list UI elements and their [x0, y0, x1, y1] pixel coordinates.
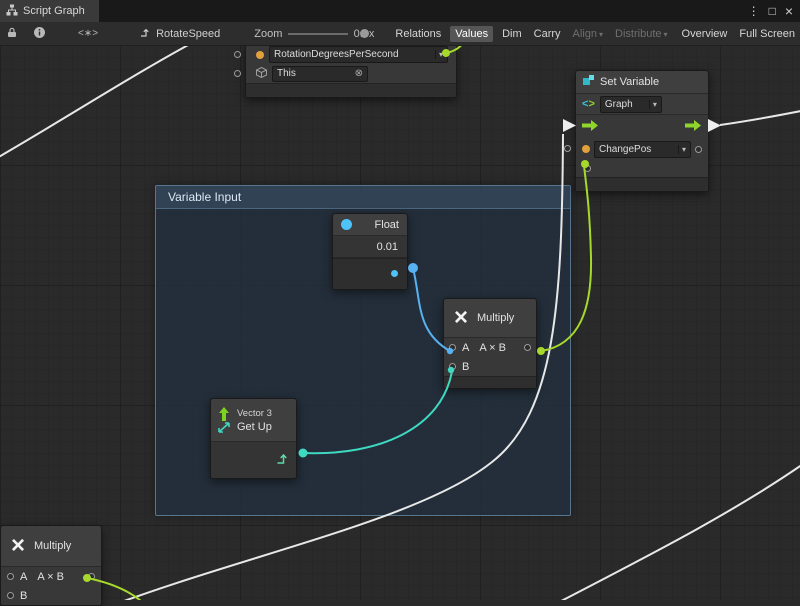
port-a-input[interactable]	[7, 573, 14, 580]
node-title: Multiply	[34, 540, 71, 552]
node-type-label: Vector 3	[237, 408, 272, 419]
port-b-input[interactable]	[7, 592, 14, 599]
up-arrow-icon	[219, 407, 229, 421]
connection-values-icon[interactable]: <∗>	[78, 28, 98, 39]
port-a-input[interactable]	[449, 344, 456, 351]
port-float-output[interactable]	[391, 270, 398, 277]
node-footer	[576, 177, 708, 191]
carry-button[interactable]: Carry	[529, 26, 566, 42]
variable-dot-icon	[582, 145, 590, 153]
variable-name-value: ChangePos	[599, 144, 651, 155]
values-button[interactable]: Values	[450, 26, 493, 42]
distribute-button[interactable]: Distribute▾	[610, 26, 672, 42]
lock-icon[interactable]	[7, 27, 17, 41]
window-title: Script Graph	[23, 5, 85, 17]
relations-button[interactable]: Relations	[390, 26, 446, 42]
graph-toolbar: <∗> RotateSpeed Zoom 0.9x Relations Valu…	[0, 22, 800, 46]
node-set-variable[interactable]: Set Variable <> Graph ▾ ChangePos ▾	[575, 70, 709, 192]
node-title: Set Variable	[600, 76, 659, 88]
variable-name-dropdown[interactable]: RotationDegreesPerSecond ▾	[269, 46, 448, 63]
node-get-up[interactable]: Vector 3 Get Up	[210, 398, 297, 479]
port-variable-name-input[interactable]	[234, 51, 241, 58]
kebab-menu-icon[interactable]: ⋮	[748, 4, 760, 18]
port-name-input[interactable]	[564, 145, 571, 152]
variable-name-dropdown[interactable]: ChangePos ▾	[594, 141, 691, 158]
target-value: This	[277, 68, 296, 79]
chevron-down-icon: ▾	[664, 30, 668, 39]
port-a-label: A	[20, 571, 27, 583]
graph-name-label: RotateSpeed	[156, 28, 220, 40]
chevron-down-icon: ▾	[678, 145, 686, 154]
chevron-down-icon: ▾	[649, 100, 657, 109]
zoom-slider[interactable]	[288, 33, 347, 35]
code-icon: <>	[582, 98, 595, 110]
port-b-input[interactable]	[449, 363, 456, 370]
port-up-output-icon[interactable]	[277, 453, 288, 468]
chevron-down-icon: ▾	[599, 30, 603, 39]
port-result-output[interactable]	[88, 573, 95, 580]
flow-in-port-icon[interactable]	[582, 120, 599, 134]
overview-button[interactable]: Overview	[677, 26, 733, 42]
gameobject-cube-icon	[256, 67, 267, 81]
multiply-icon: ×	[11, 536, 25, 556]
info-icon[interactable]	[33, 26, 46, 42]
maximize-icon[interactable]: □	[769, 4, 776, 18]
fullscreen-button[interactable]: Full Screen	[734, 26, 800, 42]
float-circle-icon	[341, 219, 352, 230]
graph-pointer-icon	[140, 27, 152, 41]
script-graph-icon	[6, 4, 18, 19]
multiply-icon: ×	[454, 308, 468, 328]
output-label: A × B	[37, 571, 64, 583]
set-variable-icon	[582, 74, 595, 90]
output-label: A × B	[479, 342, 506, 354]
variable-name-value: RotationDegreesPerSecond	[274, 49, 399, 60]
node-get-variable[interactable]: RotationDegreesPerSecond ▾ This ⊗	[245, 44, 457, 98]
diagonal-arrows-icon	[219, 423, 229, 432]
align-button[interactable]: Align▾	[568, 26, 608, 42]
port-result-output[interactable]	[524, 344, 531, 351]
node-multiply[interactable]: × Multiply A A × B B	[443, 298, 537, 389]
node-footer	[333, 258, 407, 289]
scope-dropdown[interactable]: Graph ▾	[600, 96, 662, 113]
variable-dot-icon	[256, 51, 264, 59]
target-field[interactable]: This ⊗	[272, 66, 368, 82]
clear-target-icon[interactable]: ⊗	[355, 68, 363, 79]
vector3-icon	[217, 407, 231, 434]
node-title: Multiply	[477, 312, 514, 324]
port-value-input[interactable]	[584, 165, 591, 172]
node-multiply-bottom[interactable]: × Multiply A A × B B	[0, 525, 102, 606]
scope-value: Graph	[605, 99, 633, 110]
zoom-label: Zoom	[254, 28, 282, 40]
zoom-slider-handle[interactable]	[360, 29, 369, 38]
port-target-input[interactable]	[234, 70, 241, 77]
dim-button[interactable]: Dim	[497, 26, 527, 42]
node-title: Float	[375, 219, 399, 231]
flow-out-port-icon[interactable]	[685, 120, 702, 134]
port-b-label: B	[462, 361, 469, 373]
chevron-down-icon: ▾	[435, 50, 443, 59]
group-title: Variable Input	[168, 190, 241, 204]
node-footer	[246, 83, 456, 97]
group-header[interactable]: Variable Input	[156, 186, 570, 209]
float-value-field[interactable]: 0.01	[377, 241, 398, 253]
script-graph-tab[interactable]: Script Graph	[0, 0, 99, 22]
port-a-label: A	[462, 342, 469, 354]
close-icon[interactable]: ×	[785, 3, 793, 19]
node-footer	[444, 376, 536, 388]
node-title: Get Up	[237, 421, 272, 433]
window-titlebar: Script Graph ⋮ □ ×	[0, 0, 800, 22]
port-output-value[interactable]	[695, 146, 702, 153]
node-float[interactable]: Float 0.01	[332, 213, 408, 290]
